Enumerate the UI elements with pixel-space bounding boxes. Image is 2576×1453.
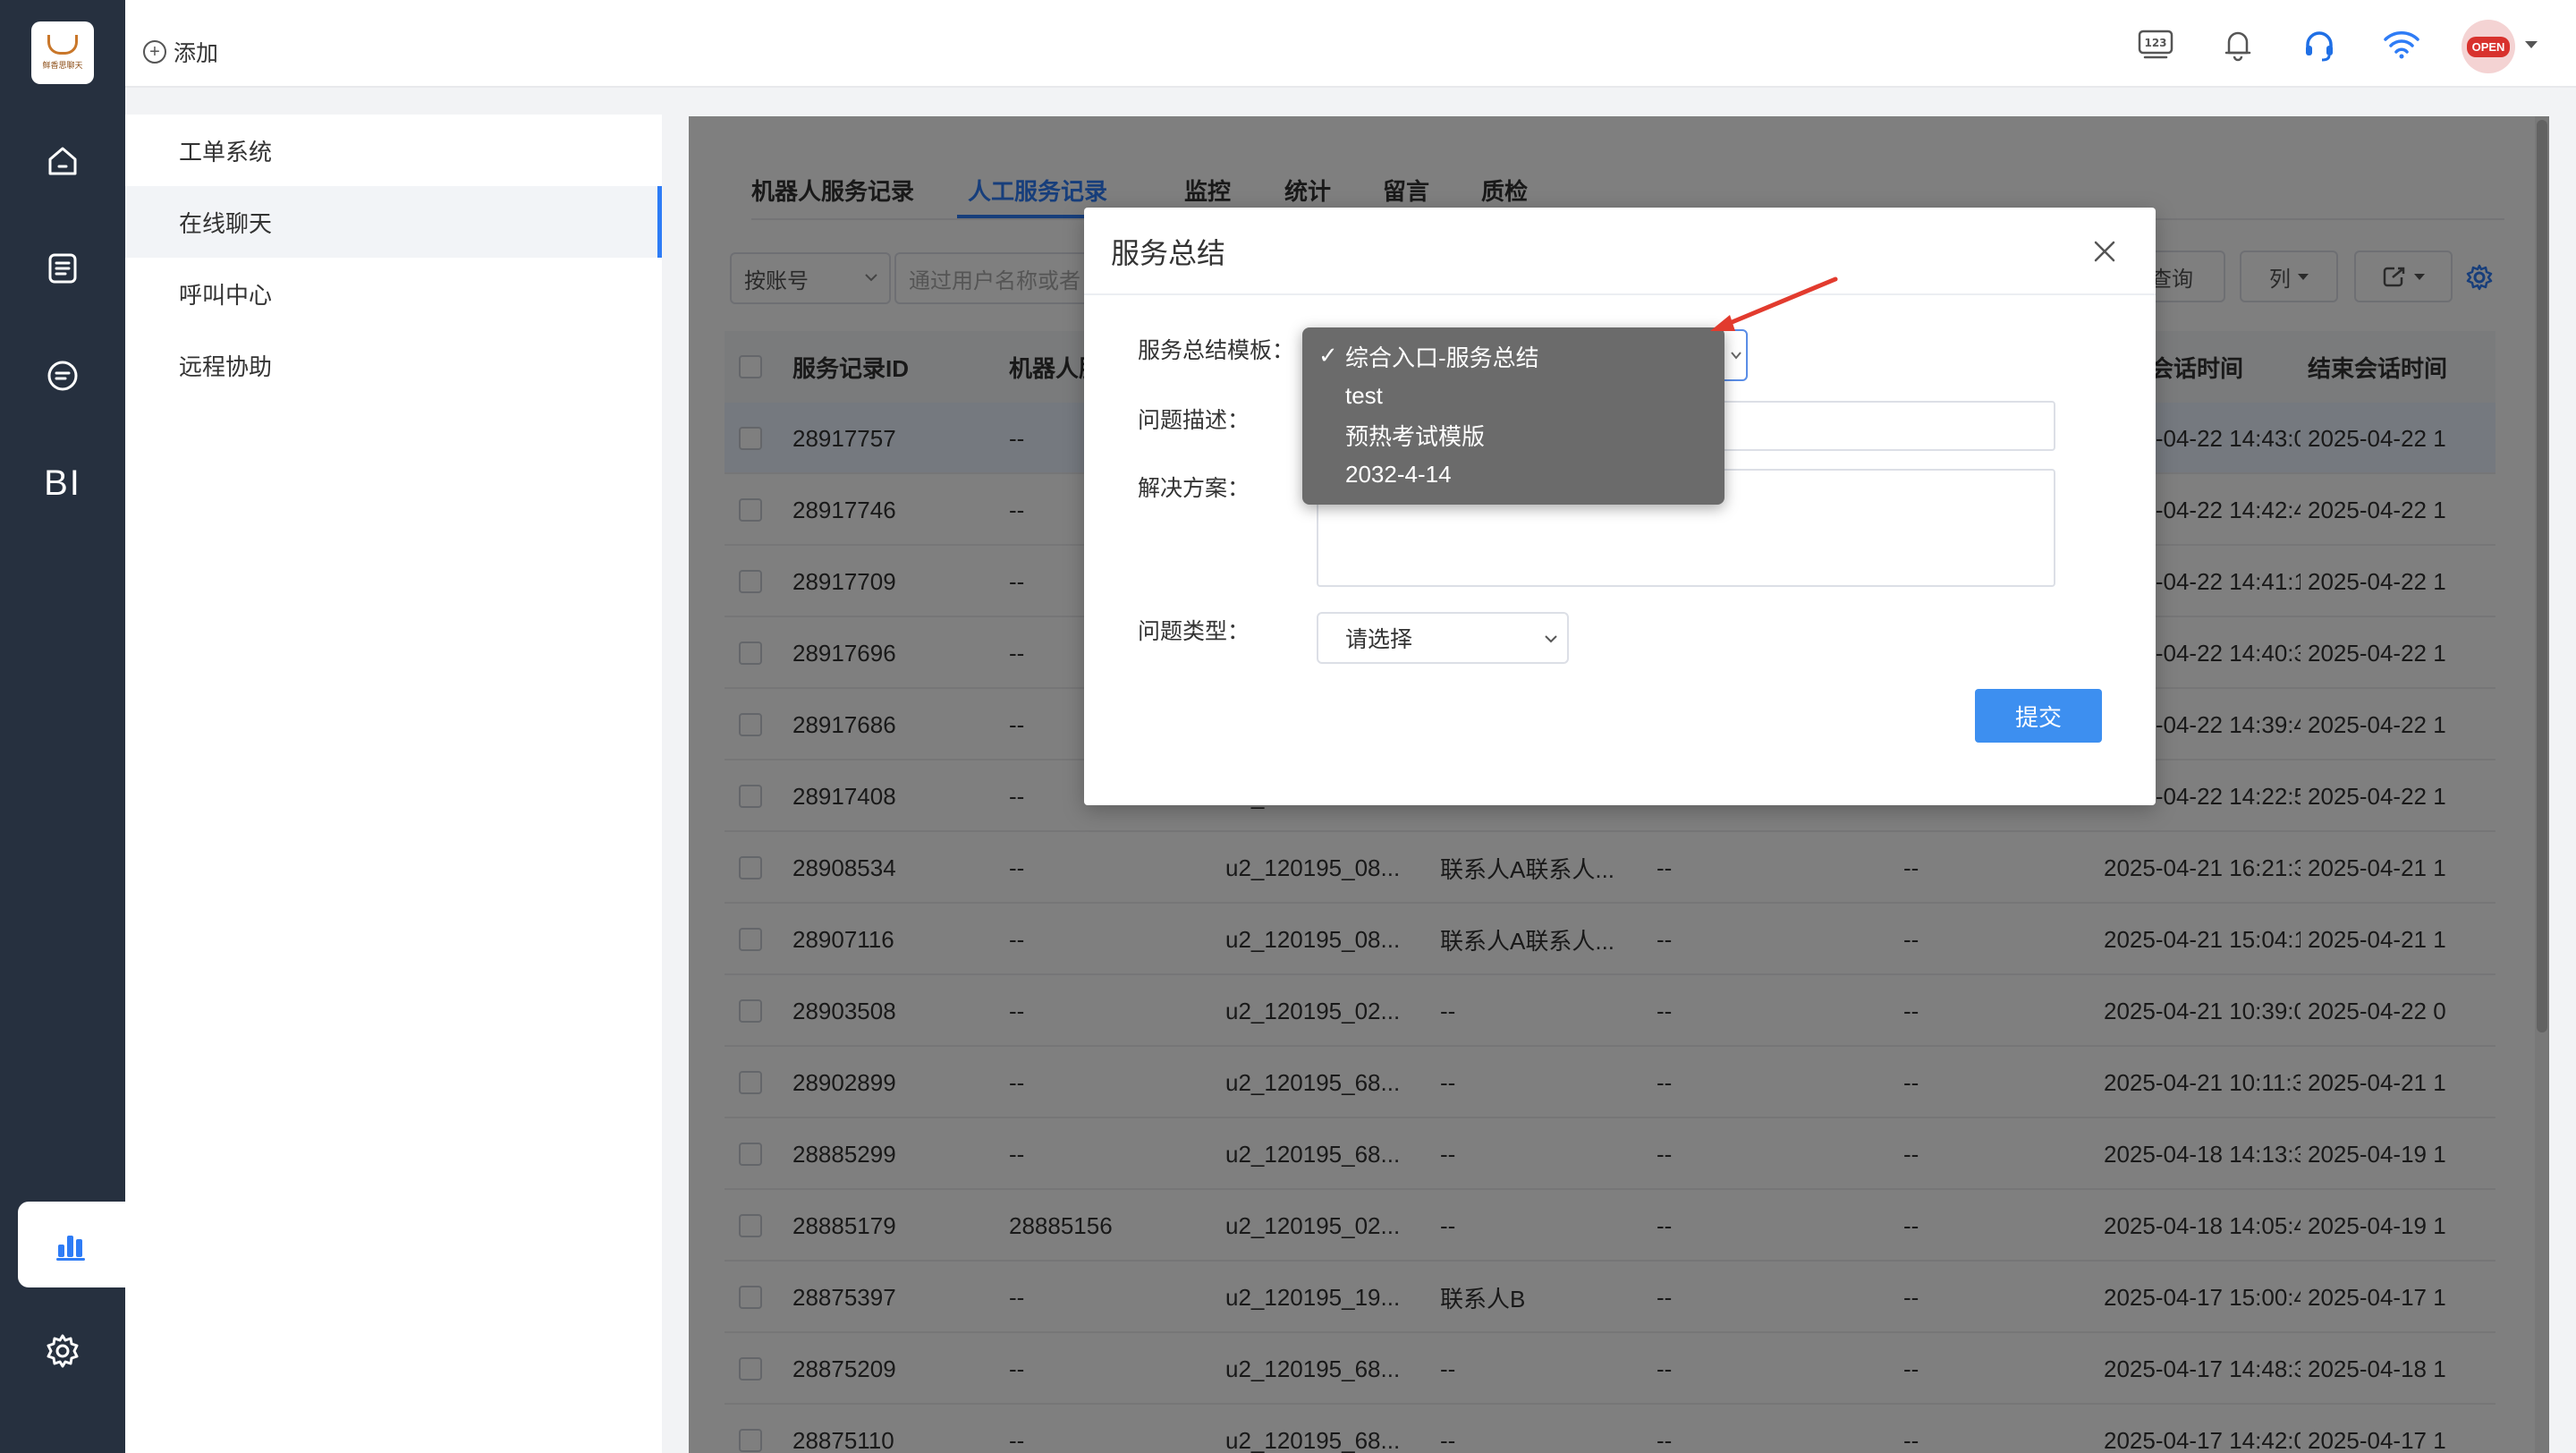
left-rail: 鲜香思聊天 BI	[0, 0, 125, 1453]
keypad-123-icon[interactable]: 123	[2129, 18, 2182, 72]
chevron-down-icon	[1545, 635, 1557, 643]
avatar[interactable]: OPEN	[2462, 20, 2515, 73]
option-label: 预热考试模版	[1345, 422, 1486, 450]
type-select-value: 请选择	[1345, 627, 1413, 652]
bar-chart-icon	[56, 1236, 85, 1261]
avatar-sign: OPEN	[2466, 36, 2511, 57]
add-button[interactable]: + 添加	[143, 36, 218, 68]
logo-cup-icon	[47, 35, 78, 55]
headset-icon[interactable]	[2292, 18, 2346, 72]
submenu-item-label: 工单系统	[179, 138, 273, 166]
submenu-item-call-center[interactable]: 呼叫中心	[125, 258, 662, 329]
submit-label: 提交	[2014, 703, 2062, 731]
wifi-icon[interactable]	[2375, 18, 2428, 72]
top-icons: 123 OPEN	[2129, 18, 2576, 73]
description-label: 问题描述：	[1138, 408, 1250, 433]
submenu-item-label: 远程协助	[179, 353, 273, 380]
settings-icon[interactable]	[38, 1326, 88, 1376]
dropdown-option[interactable]: 2032-4-14	[1302, 455, 1724, 494]
chat-icon[interactable]	[38, 351, 88, 401]
solution-label: 解决方案：	[1138, 476, 1250, 501]
annotation-arrow-icon	[1710, 276, 1838, 331]
dropdown-option[interactable]: test	[1302, 376, 1724, 415]
home-icon[interactable]	[38, 136, 88, 186]
chevron-down-icon	[1731, 352, 1741, 360]
modal-title: 服务总结	[1111, 237, 1226, 269]
type-select[interactable]: 请选择	[1317, 612, 1569, 664]
sub-menu: 工单系统 在线聊天 呼叫中心 远程协助	[125, 115, 662, 1453]
chevron-down-icon[interactable]	[2525, 41, 2538, 48]
option-label: 综合入口-服务总结	[1345, 344, 1539, 371]
submenu-item-label: 呼叫中心	[179, 281, 273, 309]
submenu-item-online-chat[interactable]: 在线聊天	[125, 186, 662, 258]
close-icon[interactable]	[2089, 236, 2120, 267]
bi-label: BI	[44, 463, 81, 503]
submenu-item-remote-assist[interactable]: 远程协助	[125, 329, 662, 401]
service-summary-modal: 服务总结 服务总结模板： 问题描述： 解决方案： 问题类型： 请选择 提交	[1084, 208, 2156, 805]
dropdown-option[interactable]: 预热考试模版	[1302, 415, 1724, 455]
checkmark-icon: ✓	[1318, 342, 1338, 369]
dropdown-option[interactable]: ✓ 综合入口-服务总结	[1302, 336, 1724, 376]
template-dropdown-menu: ✓ 综合入口-服务总结 test 预热考试模版 2032-4-14	[1302, 327, 1724, 505]
option-label: test	[1345, 381, 1383, 409]
submenu-item-ticket[interactable]: 工单系统	[125, 115, 662, 186]
type-label: 问题类型：	[1138, 619, 1250, 644]
bell-icon[interactable]	[2211, 18, 2265, 72]
option-label: 2032-4-14	[1345, 460, 1452, 488]
app-logo[interactable]: 鲜香思聊天	[31, 21, 94, 84]
modal-header: 服务总结	[1084, 208, 2156, 295]
submit-button[interactable]: 提交	[1975, 689, 2102, 743]
top-bar: + 添加 123 OPEN	[125, 0, 2576, 88]
stats-nav-item[interactable]	[18, 1202, 125, 1287]
plus-circle-icon: +	[143, 40, 166, 64]
bi-nav-item[interactable]: BI	[38, 458, 88, 508]
submenu-item-label: 在线聊天	[179, 209, 273, 237]
document-icon[interactable]	[38, 243, 88, 293]
svg-text:123: 123	[2144, 37, 2166, 49]
template-label: 服务总结模板：	[1138, 338, 1295, 363]
add-label: 添加	[174, 41, 219, 66]
logo-text: 鲜香思聊天	[42, 61, 83, 70]
